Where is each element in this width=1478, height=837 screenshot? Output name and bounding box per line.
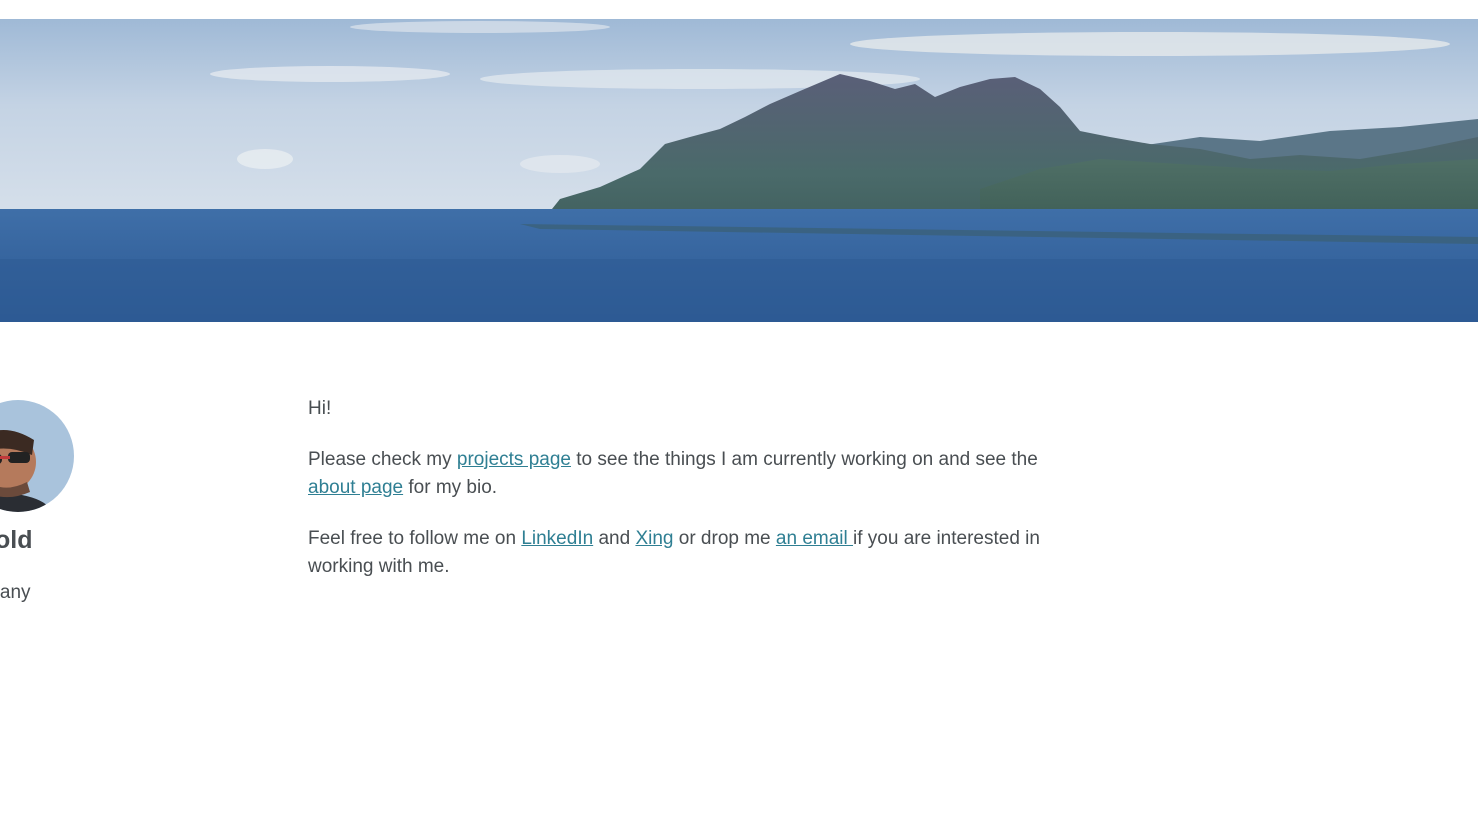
greeting: Hi!	[308, 398, 332, 419]
projects-page-link[interactable]: projects page	[457, 449, 571, 470]
intro-paragraph: Please check my projects page to see the…	[308, 449, 1038, 498]
author-link-email[interactable]: nail	[0, 622, 31, 663]
avatar-photo-icon	[0, 400, 74, 512]
contact-paragraph: Feel free to follow me on LinkedIn and X…	[308, 528, 1040, 577]
author-name: e Brachhold	[0, 526, 33, 554]
author-link-xing[interactable]: ng	[0, 663, 31, 704]
avatar[interactable]	[0, 400, 74, 512]
main-content: Hi! Please check my projects page to see…	[308, 395, 1083, 604]
email-link[interactable]: an email	[776, 528, 853, 549]
hero-banner	[0, 19, 1478, 322]
author-links: uttgart, Germany nail ng nkedIn	[0, 582, 31, 745]
top-spacer	[0, 0, 1478, 19]
xing-link[interactable]: Xing	[635, 528, 673, 549]
about-page-link[interactable]: about page	[308, 477, 403, 498]
author-location: uttgart, Germany	[0, 582, 31, 603]
landscape-banner-image	[0, 19, 1478, 322]
page: e Brachhold uttgart, Germany nail ng nke…	[0, 0, 1478, 837]
author-link-linkedin[interactable]: nkedIn	[0, 704, 31, 745]
linkedin-link[interactable]: LinkedIn	[521, 528, 593, 549]
